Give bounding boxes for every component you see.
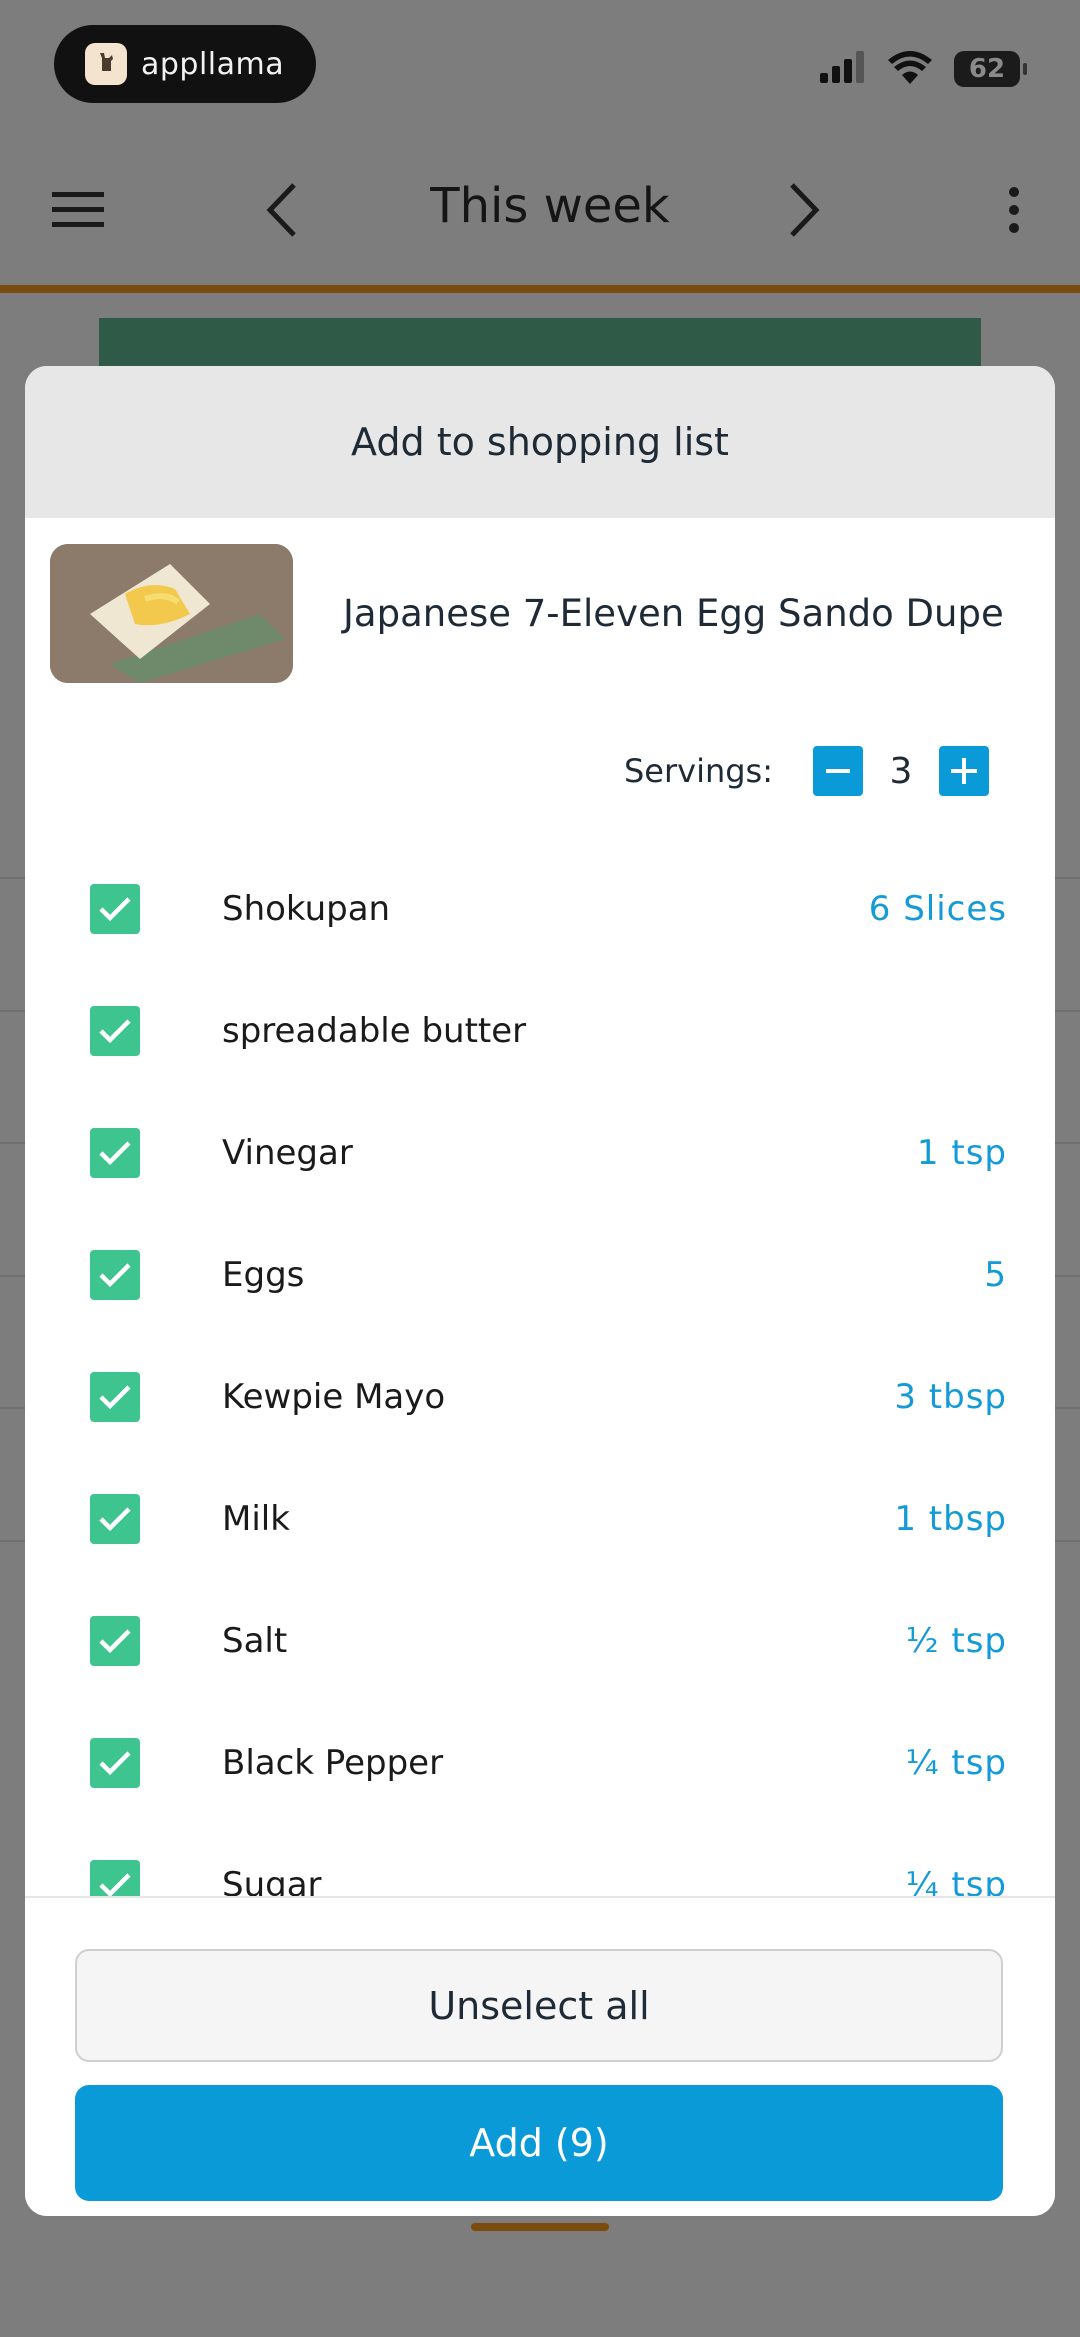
ingredient-checkbox[interactable]: [90, 1006, 140, 1056]
ingredient-checkbox[interactable]: [90, 1372, 140, 1422]
next-week-button[interactable]: [784, 175, 824, 245]
checkmark-icon: [99, 897, 131, 922]
ingredient-name: Salt: [222, 1621, 288, 1661]
modal-content: Japanese 7-Eleven Egg Sando Dupe Serving…: [25, 518, 1055, 2216]
ingredient-quantity: 6 Slices: [868, 889, 1007, 929]
recipe-thumbnail: [50, 543, 293, 683]
status-bar: appllama 62: [0, 0, 1080, 130]
battery-level: 62: [968, 54, 1006, 84]
ingredient-quantity: ¼ tsp: [905, 1743, 1007, 1783]
footer-divider: [25, 1896, 1055, 1898]
ingredient-name: Vinegar: [222, 1133, 353, 1173]
checkmark-icon: [99, 1629, 131, 1654]
more-options-icon[interactable]: [1000, 175, 1028, 245]
servings-label: Servings:: [623, 752, 773, 790]
ingredient-row[interactable]: Vinegar 1 tsp: [25, 1092, 1055, 1214]
ingredient-row[interactable]: spreadable butter: [25, 970, 1055, 1092]
ingredient-checkbox[interactable]: [90, 1616, 140, 1666]
appllama-text: appllama: [141, 46, 285, 82]
checkmark-icon: [99, 1263, 131, 1288]
ingredient-checkbox[interactable]: [90, 884, 140, 934]
ingredient-name: spreadable butter: [222, 1011, 527, 1051]
ingredient-row[interactable]: Salt ½ tsp: [25, 1580, 1055, 1702]
ingredient-checkbox[interactable]: [90, 1738, 140, 1788]
bottom-tab-indicator: [471, 2223, 609, 2231]
ingredient-name: Shokupan: [222, 889, 391, 929]
ingredient-row[interactable]: Milk 1 tbsp: [25, 1458, 1055, 1580]
ingredient-quantity: 1 tsp: [916, 1133, 1007, 1173]
plus-icon: [951, 758, 977, 784]
checkmark-icon: [99, 1141, 131, 1166]
ingredient-checkbox[interactable]: [90, 1860, 140, 1896]
ingredient-name: Sugar: [222, 1865, 322, 1896]
battery-indicator: 62: [954, 51, 1027, 87]
app-header: This week: [0, 150, 1080, 285]
add-to-list-button[interactable]: Add (9): [75, 2085, 1003, 2201]
checkmark-icon: [99, 1019, 131, 1044]
ingredient-row[interactable]: Shokupan 6 Slices: [25, 848, 1055, 970]
ingredient-row[interactable]: Black Pepper ¼ tsp: [25, 1702, 1055, 1824]
ingredient-name: Black Pepper: [222, 1743, 444, 1783]
wifi-icon: [888, 50, 932, 88]
ingredient-quantity: ½ tsp: [905, 1621, 1007, 1661]
servings-value: 3: [889, 750, 913, 792]
week-title: This week: [430, 178, 670, 234]
recipe-title: Japanese 7-Eleven Egg Sando Dupe: [343, 591, 1004, 635]
ingredient-quantity: 5: [984, 1255, 1007, 1295]
checkmark-icon: [99, 1385, 131, 1410]
llama-logo-icon: [85, 43, 127, 85]
appllama-badge: appllama: [54, 25, 316, 103]
ingredient-name: Milk: [222, 1499, 290, 1539]
signal-icon: [820, 51, 866, 87]
header-accent-line: [0, 285, 1080, 293]
ingredient-row[interactable]: Eggs 5: [25, 1214, 1055, 1336]
recipe-row: Japanese 7-Eleven Egg Sando Dupe: [50, 543, 1030, 683]
ingredient-name: Kewpie Mayo: [222, 1377, 446, 1417]
modal-title: Add to shopping list: [25, 366, 1055, 518]
checkmark-icon: [99, 1751, 131, 1776]
ingredient-quantity: 3 tbsp: [894, 1377, 1007, 1417]
increase-servings-button[interactable]: [939, 746, 989, 796]
checkmark-icon: [99, 1507, 131, 1532]
ingredient-quantity: ¼ tsp: [905, 1865, 1007, 1896]
ingredient-checkbox[interactable]: [90, 1494, 140, 1544]
ingredient-row[interactable]: Sugar ¼ tsp: [25, 1824, 1055, 1896]
ingredient-name: Eggs: [222, 1255, 305, 1295]
ingredient-quantity: 1 tbsp: [894, 1499, 1007, 1539]
ingredient-checkbox[interactable]: [90, 1128, 140, 1178]
add-to-shopping-list-modal: Add to shopping list Japanese 7-Eleven E…: [25, 366, 1055, 2216]
unselect-all-button[interactable]: Unselect all: [75, 1949, 1003, 2062]
decrease-servings-button[interactable]: [813, 746, 863, 796]
ingredient-row[interactable]: Kewpie Mayo 3 tbsp: [25, 1336, 1055, 1458]
servings-stepper: Servings: 3: [624, 745, 989, 797]
minus-icon: [826, 769, 850, 773]
checkmark-icon: [99, 1873, 131, 1896]
ingredient-list[interactable]: Shokupan 6 Slices spreadable butter Vine…: [25, 848, 1055, 1896]
ingredient-checkbox[interactable]: [90, 1250, 140, 1300]
